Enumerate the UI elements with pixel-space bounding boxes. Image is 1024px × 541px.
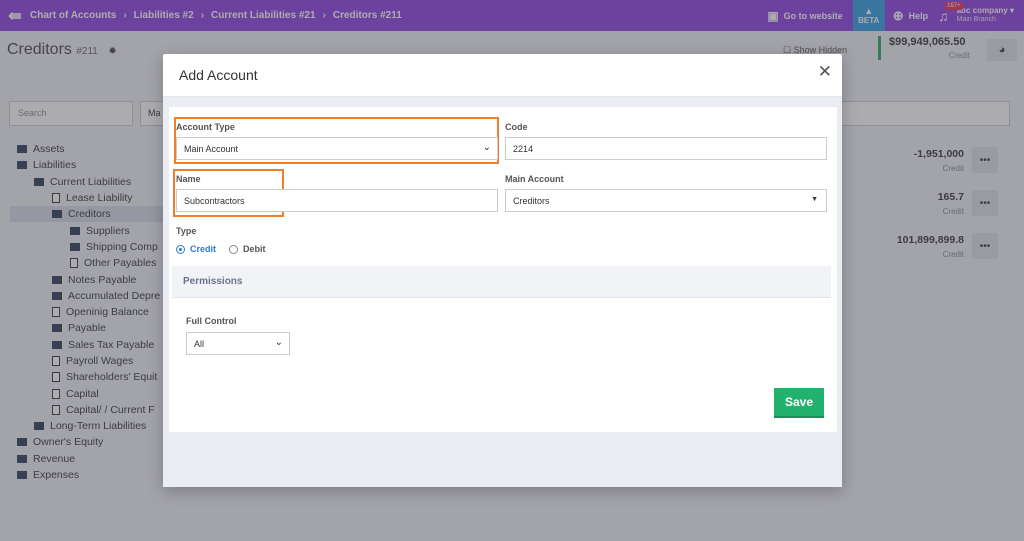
name-field[interactable]: Subcontractors bbox=[176, 189, 498, 212]
chevron-down-icon: ⌄ bbox=[482, 142, 491, 153]
account-type-value: Main Account bbox=[184, 143, 239, 154]
type-radio-group: Credit Debit bbox=[176, 244, 274, 254]
full-control-value: All bbox=[194, 338, 205, 349]
code-value: 2214 bbox=[513, 143, 534, 154]
name-label: Name bbox=[176, 174, 201, 184]
full-control-select[interactable]: All ⌄ bbox=[186, 332, 290, 355]
code-field[interactable]: 2214 bbox=[505, 137, 827, 160]
save-button[interactable]: Save bbox=[774, 388, 824, 418]
chevron-down-icon: ⌄ bbox=[274, 337, 283, 348]
account-form: Account Type Main Account ⌄ Code 2214 Na… bbox=[169, 107, 837, 432]
close-icon[interactable]: ✕ bbox=[818, 62, 832, 82]
dialog-title: Add Account bbox=[179, 67, 258, 83]
full-control-label: Full Control bbox=[186, 316, 237, 326]
add-account-dialog: Add Account ✕ Account Type Main Account … bbox=[163, 54, 842, 487]
caret-down-icon: ▼ bbox=[811, 196, 818, 203]
main-account-value: Creditors bbox=[513, 195, 550, 206]
type-debit-label[interactable]: Debit bbox=[243, 244, 266, 254]
permissions-section-header[interactable]: Permissions bbox=[172, 266, 831, 298]
name-value: Subcontractors bbox=[184, 195, 245, 206]
type-debit-radio[interactable] bbox=[229, 244, 239, 254]
code-label: Code bbox=[505, 122, 528, 132]
dialog-body: Account Type Main Account ⌄ Code 2214 Na… bbox=[163, 97, 842, 487]
main-account-label: Main Account bbox=[505, 174, 564, 184]
type-credit-radio[interactable] bbox=[176, 244, 185, 254]
type-label: Type bbox=[176, 226, 197, 236]
account-type-label: Account Type bbox=[176, 122, 235, 132]
dialog-header: Add Account ✕ bbox=[163, 54, 842, 97]
account-type-select[interactable]: Main Account ⌄ bbox=[176, 137, 498, 160]
type-credit-label[interactable]: Credit bbox=[190, 244, 216, 254]
main-account-select[interactable]: Creditors ▼ bbox=[505, 189, 827, 212]
